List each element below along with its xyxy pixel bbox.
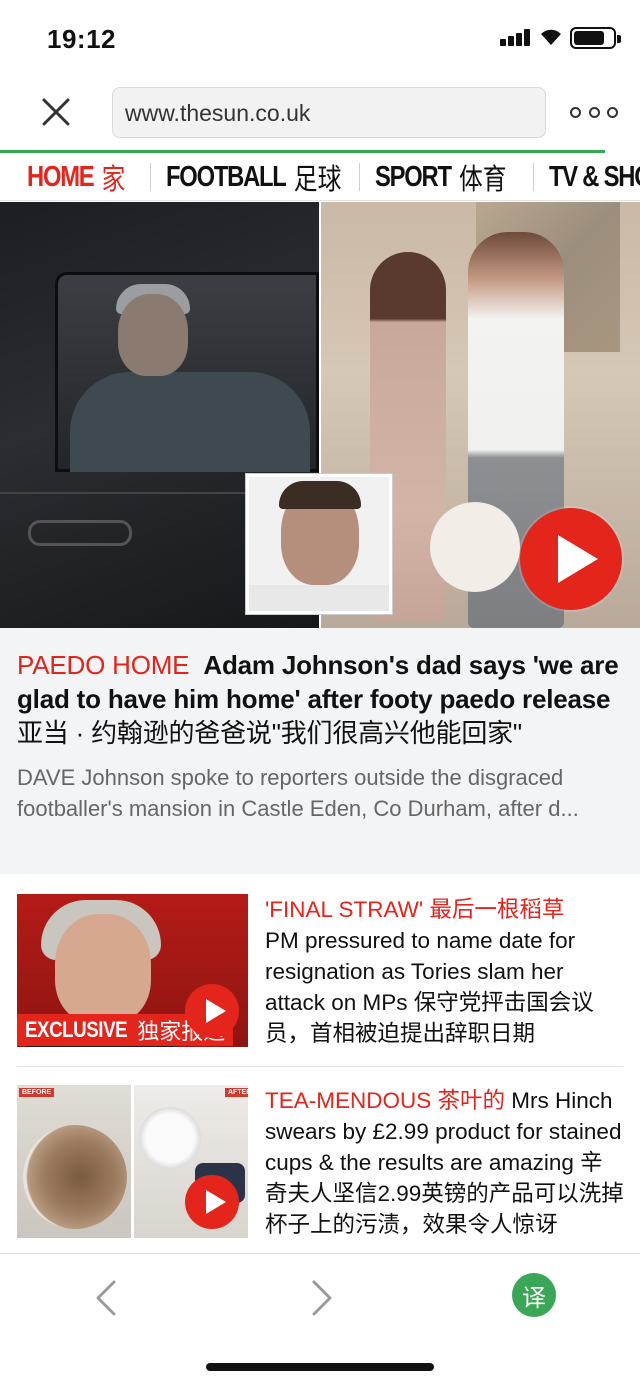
play-video-icon[interactable] bbox=[520, 508, 622, 610]
address-bar[interactable]: www.thesun.co.uk bbox=[112, 87, 546, 138]
list-item[interactable]: EXCLUSIVE 独家报道 'FINAL STRAW' 最后一根稻草 PM p… bbox=[17, 894, 623, 1047]
nav-item-home[interactable]: HOME 家 bbox=[27, 153, 126, 200]
nav-football-label: FOOTBALL bbox=[166, 160, 287, 193]
browser-bottom-toolbar: 译 bbox=[0, 1253, 640, 1386]
nav-football-label-zh: 足球 bbox=[293, 164, 342, 196]
hero-kicker: PAEDO HOME bbox=[17, 650, 190, 680]
story-text: 'FINAL STRAW' 最后一根稻草 PM pressured to nam… bbox=[265, 894, 625, 1049]
nav-tv-label: TV & SHO bbox=[549, 160, 640, 193]
status-bar: 19:12 bbox=[0, 0, 640, 78]
play-video-icon[interactable] bbox=[185, 984, 239, 1038]
nav-home-label: HOME bbox=[27, 160, 95, 193]
hero-image[interactable] bbox=[0, 202, 640, 628]
nav-item-football[interactable]: FOOTBALL 足球 bbox=[166, 153, 342, 200]
nav-item-tv-showbiz[interactable]: TV & SHO bbox=[549, 153, 640, 200]
nav-divider bbox=[150, 163, 151, 191]
status-time: 19:12 bbox=[47, 24, 116, 54]
story-kicker: 'FINAL STRAW' 最后一根稻草 bbox=[265, 897, 565, 922]
wifi-icon bbox=[541, 29, 561, 45]
browser-toolbar: www.thesun.co.uk bbox=[0, 78, 640, 150]
story-headline: PM pressured to name date for resignatio… bbox=[265, 928, 594, 1046]
nav-divider bbox=[359, 163, 360, 191]
before-tag: BEFORE bbox=[19, 1088, 55, 1097]
hero-summary: DAVE Johnson spoke to reporters outside … bbox=[17, 765, 579, 821]
hero-headline-zh: 亚当 · 约翰逊的爸爸说"我们很高兴他能回家" bbox=[17, 718, 522, 748]
more-dots-icon[interactable] bbox=[570, 100, 618, 124]
story-kicker: TEA-MENDOUS 茶叶的 bbox=[265, 1088, 506, 1113]
photo-figure-baby bbox=[430, 502, 520, 592]
section-spacer bbox=[0, 874, 640, 892]
signal-icon bbox=[500, 28, 534, 46]
home-indicator[interactable] bbox=[206, 1363, 434, 1371]
section-nav: HOME 家 FOOTBALL 足球 SPORT 体育 TV & SHO bbox=[0, 153, 640, 201]
url-text: www.thesun.co.uk bbox=[125, 100, 311, 126]
story-thumbnail: EXCLUSIVE 独家报道 bbox=[17, 894, 248, 1047]
forward-arrow-icon[interactable] bbox=[306, 1280, 336, 1316]
list-divider bbox=[17, 1066, 623, 1067]
back-arrow-icon[interactable] bbox=[92, 1280, 122, 1316]
hero-headline: PAEDO HOME Adam Johnson's dad says 'we a… bbox=[17, 648, 620, 750]
play-video-icon[interactable] bbox=[185, 1175, 239, 1229]
nav-item-sport[interactable]: SPORT 体育 bbox=[375, 153, 507, 200]
mugshot-inset bbox=[246, 474, 392, 614]
story-text: TEA-MENDOUS 茶叶的 Mrs Hinch swears by £2.9… bbox=[265, 1085, 623, 1240]
list-item[interactable]: BEFORE AFTER TEA-MENDOUS 茶叶的 Mrs Hinch s… bbox=[17, 1085, 623, 1253]
close-icon[interactable] bbox=[36, 92, 76, 132]
nav-sport-label-zh: 体育 bbox=[458, 164, 507, 196]
nav-sport-label: SPORT bbox=[375, 160, 452, 193]
hero-article[interactable]: PAEDO HOME Adam Johnson's dad says 'we a… bbox=[0, 628, 640, 874]
story-thumbnail: BEFORE AFTER bbox=[17, 1085, 248, 1238]
nav-divider bbox=[533, 163, 534, 191]
exclusive-label: EXCLUSIVE bbox=[25, 1017, 128, 1042]
after-tag: AFTER bbox=[225, 1088, 248, 1097]
nav-home-label-zh: 家 bbox=[101, 164, 126, 196]
battery-icon bbox=[570, 27, 621, 49]
translate-button[interactable]: 译 bbox=[512, 1273, 556, 1317]
